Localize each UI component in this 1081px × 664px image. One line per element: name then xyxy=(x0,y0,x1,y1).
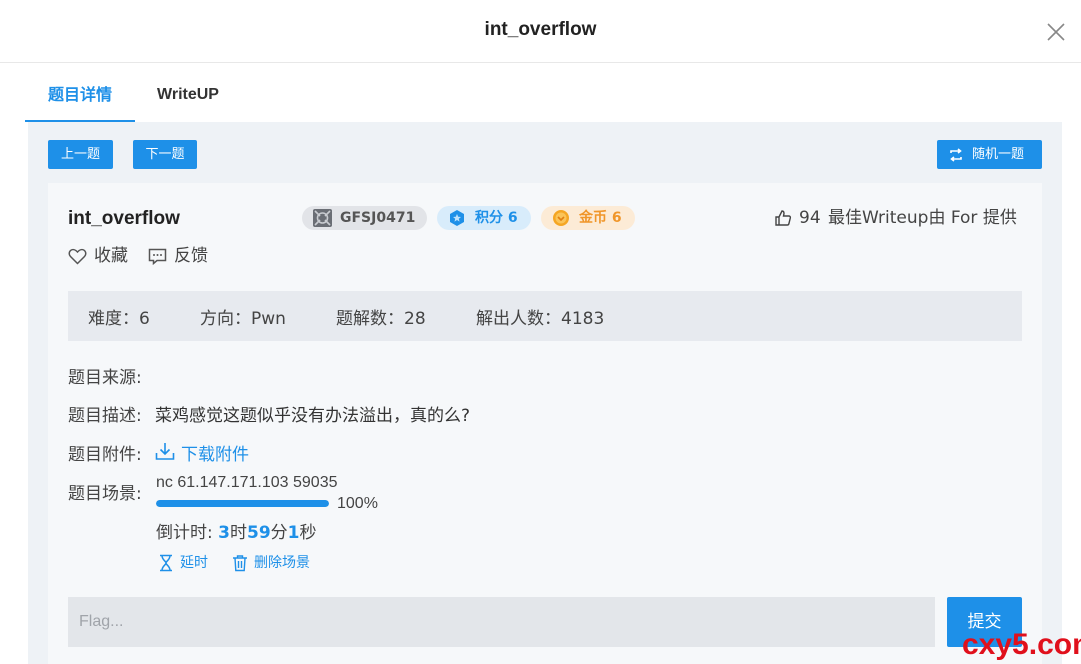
trash-icon xyxy=(233,555,247,572)
thumbs-up-icon[interactable] xyxy=(774,209,792,227)
description-value: 菜鸡感觉这题似乎没有办法溢出，真的么? xyxy=(155,406,471,426)
countdown-seconds: 1 xyxy=(287,523,300,543)
heart-icon xyxy=(68,248,87,265)
random-challenge-button[interactable]: 随机一题 xyxy=(937,140,1042,169)
countdown-prefix: 倒计时: xyxy=(156,523,219,543)
shuffle-icon xyxy=(950,148,962,162)
difficulty-stat: 难度：6 xyxy=(88,309,150,329)
extend-time-button[interactable]: 延时 xyxy=(158,553,214,573)
scene-address: nc 61.147.171.103 59035 xyxy=(156,474,338,491)
gold-badge: 金币 6 xyxy=(541,206,635,230)
modal-header: int_overflow xyxy=(0,0,1081,63)
countdown-minutes: 59 xyxy=(246,523,271,543)
favorite-label: 收藏 xyxy=(94,246,128,266)
tab-bar: 题目详情 WriteUP xyxy=(25,63,1062,122)
extend-time-label: 延时 xyxy=(180,555,208,571)
solvers-stat: 解出人数：4183 xyxy=(476,309,605,329)
download-icon xyxy=(155,443,175,460)
score-value: 积分 6 xyxy=(475,210,518,226)
scene-progress-text: 100% xyxy=(337,495,378,512)
challenge-id: GFSJ0471 xyxy=(340,210,416,226)
countdown-hours-unit: 时 xyxy=(229,523,247,543)
attachment-label: 题目附件: xyxy=(68,445,142,465)
countdown-hours: 3 xyxy=(218,523,230,543)
tab-challenge-details[interactable]: 题目详情 xyxy=(25,63,135,122)
tab-writeup[interactable]: WriteUP xyxy=(153,63,223,122)
solves-stat: 题解数：28 xyxy=(336,309,426,329)
feedback-label: 反馈 xyxy=(174,246,208,266)
countdown: 倒计时: 3时59分1秒 xyxy=(156,518,317,543)
target-icon xyxy=(313,209,332,227)
close-icon[interactable] xyxy=(1045,21,1067,43)
description-label: 题目描述: xyxy=(68,406,142,426)
comment-icon xyxy=(148,248,167,265)
countdown-seconds-unit: 秒 xyxy=(299,523,317,543)
direction-stat: 方向：Pwn xyxy=(200,309,286,329)
hourglass-icon xyxy=(160,554,172,572)
favorite-button[interactable]: 收藏 xyxy=(68,244,132,268)
hexagon-star-icon xyxy=(450,210,464,226)
countdown-minutes-unit: 分 xyxy=(270,523,288,543)
flag-input[interactable] xyxy=(68,597,935,647)
challenge-name: int_overflow xyxy=(68,208,180,229)
source-label: 题目来源: xyxy=(68,368,142,388)
likes-count: 94 xyxy=(799,208,821,228)
gold-value: 金币 6 xyxy=(579,210,622,226)
coin-icon xyxy=(553,210,569,226)
challenge-id-badge: GFSJ0471 xyxy=(302,206,427,230)
modal-title: int_overflow xyxy=(484,19,597,40)
watermark: cxy5.com xyxy=(962,628,1081,661)
challenge-card: int_overflow GFSJ0471 积分 6 金币 6 94 最佳Wri… xyxy=(48,183,1042,664)
delete-scene-label: 删除场景 xyxy=(254,555,310,571)
download-attachment-label: 下载附件 xyxy=(181,445,249,465)
prev-challenge-button[interactable]: 上一题 xyxy=(48,140,113,169)
scene-progress-bar xyxy=(156,500,329,507)
score-badge: 积分 6 xyxy=(437,206,531,230)
delete-scene-button[interactable]: 删除场景 xyxy=(232,553,322,573)
scene-progress-fill xyxy=(156,500,329,507)
download-attachment-link[interactable]: 下载附件 xyxy=(155,440,265,465)
feedback-button[interactable]: 反馈 xyxy=(148,244,214,268)
random-challenge-label: 随机一题 xyxy=(972,147,1025,162)
scene-label: 题目场景: xyxy=(68,484,142,504)
challenge-panel: 上一题 下一题 随机一题 int_overflow GFSJ0471 积分 6 xyxy=(28,122,1062,664)
best-writeup[interactable]: 最佳Writeup由 For 提供 xyxy=(828,206,1017,230)
next-challenge-button[interactable]: 下一题 xyxy=(133,140,197,169)
stats-bar: 难度：6 方向：Pwn 题解数：28 解出人数：4183 xyxy=(68,291,1022,341)
